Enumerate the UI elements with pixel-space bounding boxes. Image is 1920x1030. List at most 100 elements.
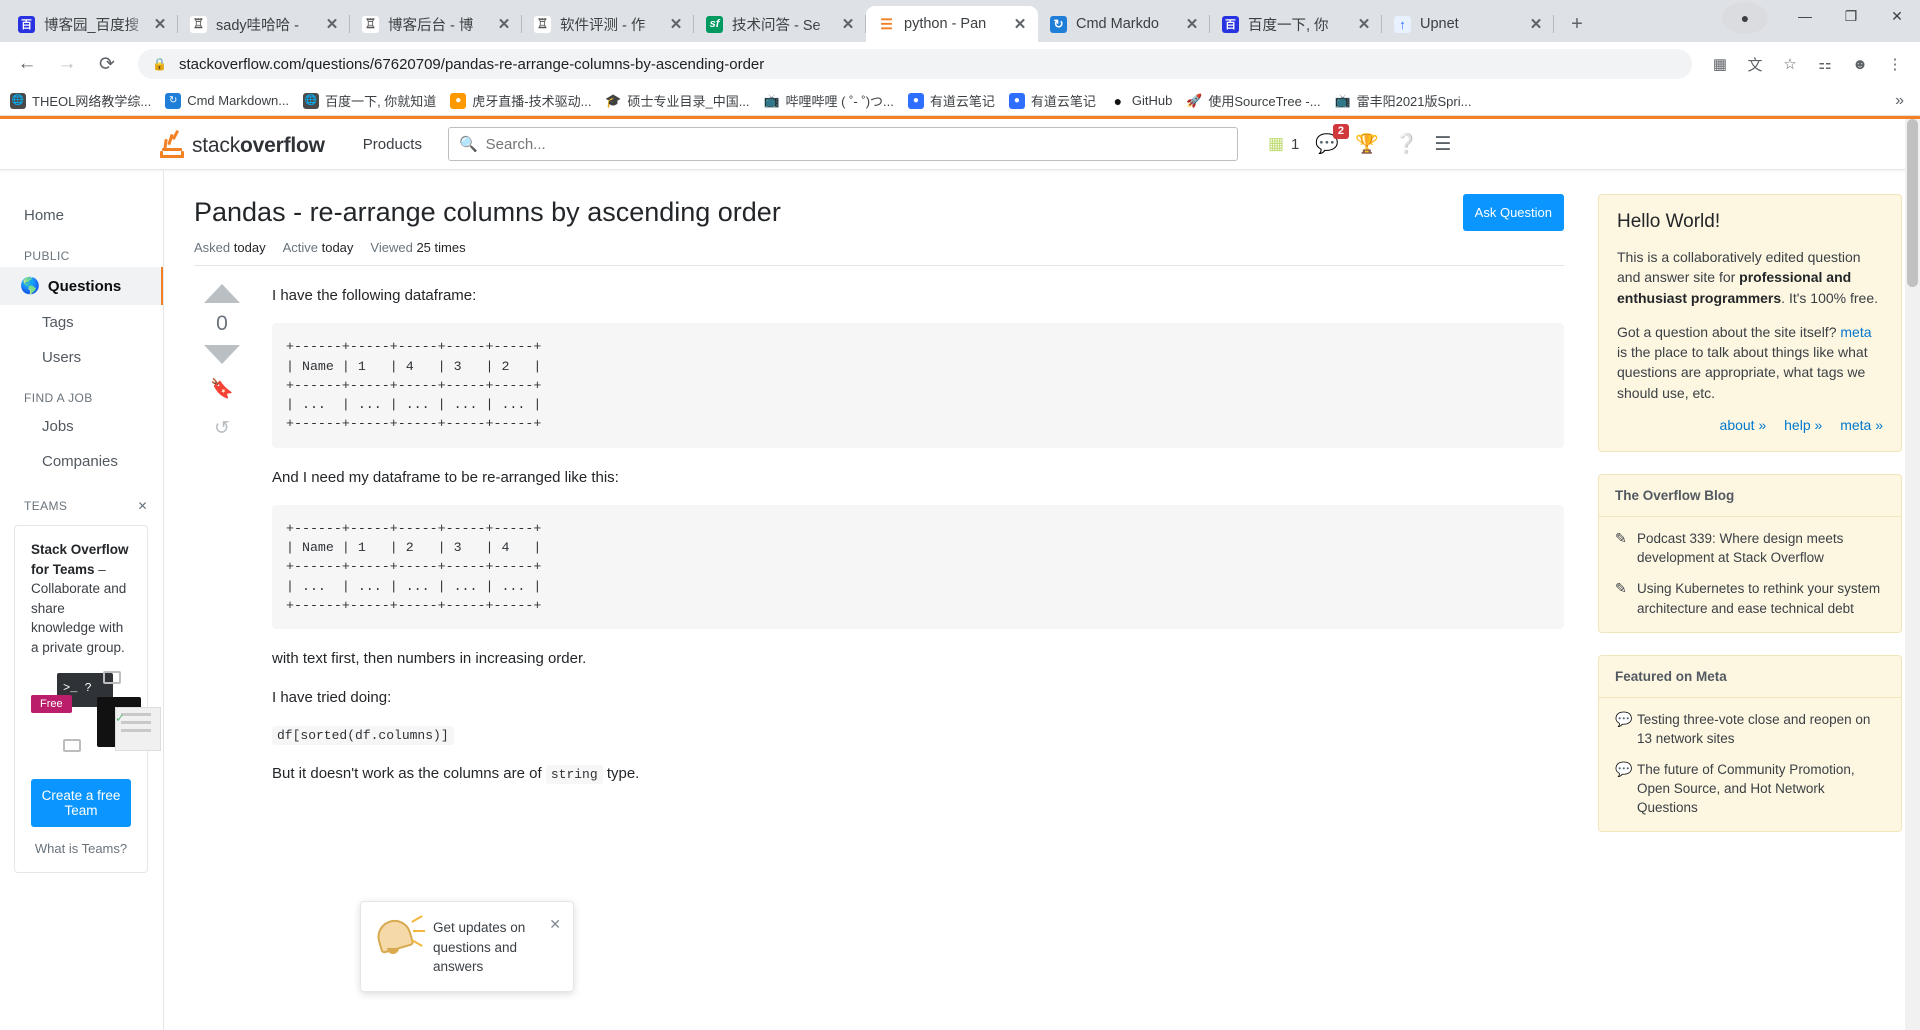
bookmark-label: 百度一下, 你就知道 (325, 94, 437, 109)
bookmark-item[interactable]: ↻ Cmd Markdown... (165, 92, 289, 109)
profile-icon[interactable]: ☻ (1845, 49, 1875, 79)
sidebar-item-tags[interactable]: Tags (0, 305, 164, 340)
lock-icon: 🔒 (152, 57, 167, 71)
bookmarks-overflow-icon[interactable]: » (1895, 92, 1910, 110)
downvote-arrow-icon[interactable] (204, 345, 240, 364)
hello-world-links: about » help » meta » (1617, 417, 1883, 433)
close-icon[interactable]: ✕ (138, 499, 148, 513)
sidebar-item-jobs[interactable]: Jobs (0, 409, 164, 444)
sidebar-item-questions[interactable]: 🌎 Questions (0, 267, 164, 305)
bookmark-item[interactable]: 🌐 THEOL网络教学综... (10, 91, 151, 110)
qr-code-icon[interactable]: ▦ (1705, 49, 1735, 79)
notification-toast[interactable]: Get updates on questions and answers ✕ (360, 901, 574, 992)
help-icon-wrap[interactable]: ❔ (1395, 132, 1419, 156)
tab-close-icon[interactable]: ✕ (666, 14, 686, 34)
tab-close-icon[interactable]: ✕ (1182, 14, 1202, 34)
bookmark-item[interactable]: ● GitHub (1109, 92, 1173, 109)
maximize-button[interactable]: ❐ (1828, 0, 1874, 32)
browser-tab[interactable]: 百 百度一下, 你 ✕ (1210, 6, 1382, 42)
achievements-icon-group[interactable]: ▦ 1 (1268, 134, 1299, 154)
about-link[interactable]: about » (1720, 417, 1767, 433)
question-post: 0 🔖 ↺ I have the following dataframe: +-… (194, 266, 1564, 801)
ask-question-button[interactable]: Ask Question (1462, 194, 1564, 231)
browser-tab[interactable]: ↑ Upnet ✕ (1382, 6, 1554, 42)
trophy-icon-wrap[interactable]: 🏆 (1355, 132, 1379, 156)
list-item[interactable]: ✎ Using Kubernetes to rethink your syste… (1615, 579, 1885, 617)
history-icon[interactable]: ↺ (214, 417, 230, 440)
browser-tab[interactable]: ♖ sady哇哈哈 - ✕ (178, 6, 350, 42)
minimize-button[interactable]: — (1782, 0, 1828, 32)
bookmark-item[interactable]: 📺 哔哩哔哩 ( ˚- ˚)つ... (763, 91, 894, 110)
bookmark-item[interactable]: 📺 雷丰阳2021版Spri... (1334, 91, 1471, 110)
browser-tab[interactable]: ♖ 软件评测 - 作 ✕ (522, 6, 694, 42)
tab-title: python - Pan (904, 16, 987, 32)
translate-icon[interactable]: 文 (1740, 49, 1770, 79)
sidebar-header-public: PUBLIC (24, 249, 70, 263)
browser-toolbar: ← → ⟳ 🔒 stackoverflow.com/questions/6762… (0, 42, 1920, 86)
site-switcher-icon-wrap[interactable]: ☰ (1434, 133, 1451, 156)
account-circle-icon[interactable]: ● (1722, 2, 1768, 34)
search-input[interactable] (485, 135, 1227, 153)
browser-tab[interactable]: ↻ Cmd Markdo ✕ (1038, 6, 1210, 42)
bilibili-icon: 📺 (1334, 92, 1351, 109)
inbox-icon-wrap[interactable]: 💬 2 (1315, 124, 1350, 156)
sidebar-header-jobs: FIND A JOB (24, 391, 93, 405)
bookmark-label: THEOL网络教学综... (32, 94, 152, 109)
help-link[interactable]: help » (1784, 417, 1822, 433)
products-menu[interactable]: Products (351, 126, 434, 163)
search-box[interactable]: 🔍 (447, 127, 1238, 161)
tab-close-icon[interactable]: ✕ (494, 14, 514, 34)
reload-icon[interactable]: ⟳ (90, 47, 124, 81)
code-block-original-table: +------+-----+-----+-----+-----+ | Name … (272, 323, 1564, 448)
browser-tab-active[interactable]: ☰ python - Pan ✕ (866, 6, 1038, 42)
close-icon[interactable]: ✕ (545, 914, 563, 977)
bookmark-star-icon[interactable]: ☆ (1775, 49, 1805, 79)
tab-close-icon[interactable]: ✕ (1526, 14, 1546, 34)
tab-title: 博客园_百度搜 (44, 17, 140, 34)
list-item[interactable]: 💬 Testing three-vote close and reopen on… (1615, 710, 1885, 748)
bookmark-item[interactable]: 🌐 百度一下, 你就知道 (303, 91, 436, 110)
forward-icon[interactable]: → (50, 47, 84, 81)
close-window-button[interactable]: ✕ (1874, 0, 1920, 32)
list-item[interactable]: ✎ Podcast 339: Where design meets develo… (1615, 529, 1885, 567)
youdao-icon: ● (1008, 92, 1025, 109)
sidebar-item-companies[interactable]: Companies (0, 444, 164, 479)
bookmark-item[interactable]: ● 有道云笔记 (907, 91, 995, 110)
tab-close-icon[interactable]: ✕ (1010, 14, 1030, 34)
tab-close-icon[interactable]: ✕ (150, 14, 170, 34)
bookmark-icon[interactable]: 🔖 (210, 377, 234, 401)
globe-icon: 🌎 (20, 278, 40, 295)
browser-tab[interactable]: ♖ 博客后台 - 博 ✕ (350, 6, 522, 42)
create-free-team-button[interactable]: Create a free Team (31, 779, 131, 828)
bookmark-item[interactable]: 🚀 使用SourceTree -... (1186, 91, 1321, 110)
back-icon[interactable]: ← (10, 47, 44, 81)
bookmark-item[interactable]: ● 虎牙直播-技术驱动... (450, 91, 591, 110)
meta-footer-link[interactable]: meta » (1840, 417, 1883, 433)
sidebar-item-home[interactable]: Home (0, 198, 164, 233)
browser-menu-icon[interactable]: ⋮ (1880, 49, 1910, 79)
pencil-icon: ✎ (1615, 530, 1627, 547)
sidebar-item-users[interactable]: Users (0, 340, 164, 375)
bookmark-label: GitHub (1131, 93, 1173, 108)
meta-active: Active today (282, 240, 354, 255)
tab-close-icon[interactable]: ✕ (1354, 14, 1374, 34)
what-is-teams-link[interactable]: What is Teams? (31, 841, 131, 856)
address-bar[interactable]: 🔒 stackoverflow.com/questions/67620709/p… (138, 49, 1692, 79)
scrollbar-thumb[interactable] (1907, 119, 1918, 287)
list-item[interactable]: 💬 The future of Community Promotion, Ope… (1615, 760, 1885, 817)
browser-tab[interactable]: sf 技术问答 - Se ✕ (694, 6, 866, 42)
achievements-icon: ▦ (1267, 134, 1285, 153)
bookmark-item[interactable]: 🎓 硕士专业目录_中国... (605, 91, 750, 110)
stackoverflow-logo[interactable]: stackoverflow (160, 129, 325, 158)
tab-close-icon[interactable]: ✕ (322, 14, 342, 34)
browser-tab[interactable]: 百 博客园_百度搜 ✕ (6, 6, 178, 42)
meta-link[interactable]: meta (1840, 324, 1871, 340)
extensions-icon[interactable]: ⚏ (1810, 49, 1840, 79)
new-tab-button[interactable]: + (1562, 9, 1592, 39)
vertical-scrollbar[interactable] (1905, 119, 1920, 1030)
bookmark-item[interactable]: ● 有道云笔记 (1008, 91, 1096, 110)
youdao-icon: ● (907, 92, 924, 109)
question-header: Pandas - re-arrange columns by ascending… (194, 194, 1564, 231)
tab-close-icon[interactable]: ✕ (838, 14, 858, 34)
upvote-arrow-icon[interactable] (204, 284, 240, 303)
